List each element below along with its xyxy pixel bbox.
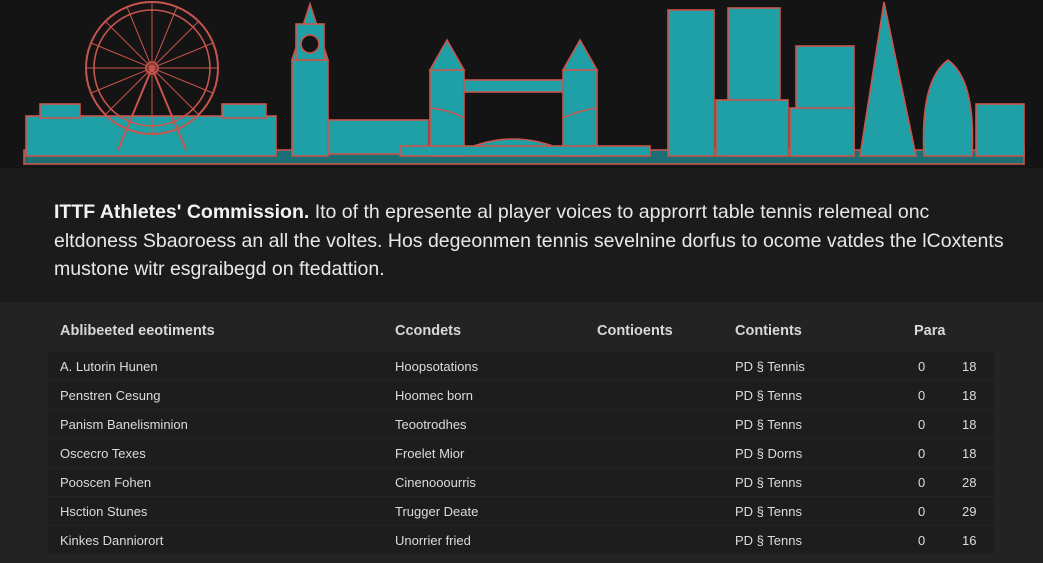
- header-conduct: Ccondets: [395, 323, 462, 339]
- row-name: Hsction Stunes: [60, 504, 148, 519]
- row-continent: PD § Tenns: [735, 533, 802, 548]
- row-value-b: 18: [962, 417, 977, 432]
- row-value-a: 0: [918, 533, 926, 548]
- row-conduct: Hoomec born: [395, 388, 474, 403]
- row-name: Penstren Cesung: [60, 388, 161, 403]
- table-row[interactable]: Hsction Stunes Trugger Deate PD § Tenns …: [48, 497, 994, 525]
- header-name: Ablibeeted eeotiments: [60, 323, 215, 339]
- header-para: Para: [914, 323, 946, 339]
- row-continent: PD § Tenns: [735, 417, 802, 432]
- row-conduct: Unorrier fried: [395, 533, 471, 548]
- row-name: Kinkes Danniorort: [60, 533, 164, 548]
- table-row[interactable]: Oscecro Texes Froelet Mior PD § Dorns 0 …: [48, 439, 994, 467]
- intro-paragraph: ITTF Athletes' Commission. Ito of th epr…: [54, 198, 1014, 284]
- row-continent: PD § Tenns: [735, 475, 802, 490]
- row-name: Pooscen Fohen: [60, 475, 152, 490]
- row-value-b: 18: [962, 359, 977, 374]
- row-value-b: 16: [962, 533, 977, 548]
- header-continents-a: Contioents: [597, 323, 673, 339]
- row-value-a: 0: [918, 475, 926, 490]
- row-conduct: Hoopsotations: [395, 359, 479, 374]
- row-value-b: 18: [962, 446, 977, 461]
- row-value-a: 0: [918, 504, 926, 519]
- intro-lead: ITTF Athletes' Commission.: [54, 201, 310, 223]
- row-value-a: 0: [918, 359, 926, 374]
- row-continent: PD § Dorns: [735, 446, 803, 461]
- row-continent: PD § Tennis: [735, 359, 805, 374]
- row-value-a: 0: [918, 446, 926, 461]
- table-row[interactable]: Penstren Cesung Hoomec born PD § Tenns 0…: [48, 381, 994, 409]
- london-skyline-illustration: [23, 1, 1025, 165]
- table-row[interactable]: Pooscen Fohen Cinenooourris PD § Tenns 0…: [48, 468, 994, 496]
- skyline-banner: [0, 0, 1043, 169]
- row-value-b: 18: [962, 388, 977, 403]
- table-row[interactable]: A. Lutorin Hunen Hoopsotations PD § Tenn…: [48, 352, 994, 380]
- row-conduct: Trugger Deate: [395, 504, 479, 519]
- row-value-b: 29: [962, 504, 977, 519]
- header-continents-b: Contients: [735, 323, 802, 339]
- table-row[interactable]: Panism Banelisminion Teootrodhes PD § Te…: [48, 410, 994, 438]
- row-continent: PD § Tenns: [735, 388, 802, 403]
- table-row[interactable]: Kinkes Danniorort Unorrier fried PD § Te…: [48, 526, 994, 554]
- row-conduct: Teootrodhes: [395, 417, 467, 432]
- row-name: Panism Banelisminion: [60, 417, 188, 432]
- row-value-a: 0: [918, 388, 926, 403]
- table-body: A. Lutorin Hunen Hoopsotations PD § Tenn…: [48, 352, 994, 555]
- row-value-b: 28: [962, 475, 977, 490]
- row-conduct: Cinenooourris: [395, 475, 476, 490]
- athletes-table: Ablibeeted eeotiments Ccondets Contioent…: [0, 302, 1043, 563]
- row-conduct: Froelet Mior: [395, 446, 465, 461]
- table-header: Ablibeeted eeotiments Ccondets Contioent…: [48, 320, 994, 344]
- row-value-a: 0: [918, 417, 926, 432]
- intro-section: ITTF Athletes' Commission. Ito of th epr…: [0, 168, 1043, 302]
- row-continent: PD § Tenns: [735, 504, 802, 519]
- row-name: A. Lutorin Hunen: [60, 359, 158, 374]
- row-name: Oscecro Texes: [60, 446, 146, 461]
